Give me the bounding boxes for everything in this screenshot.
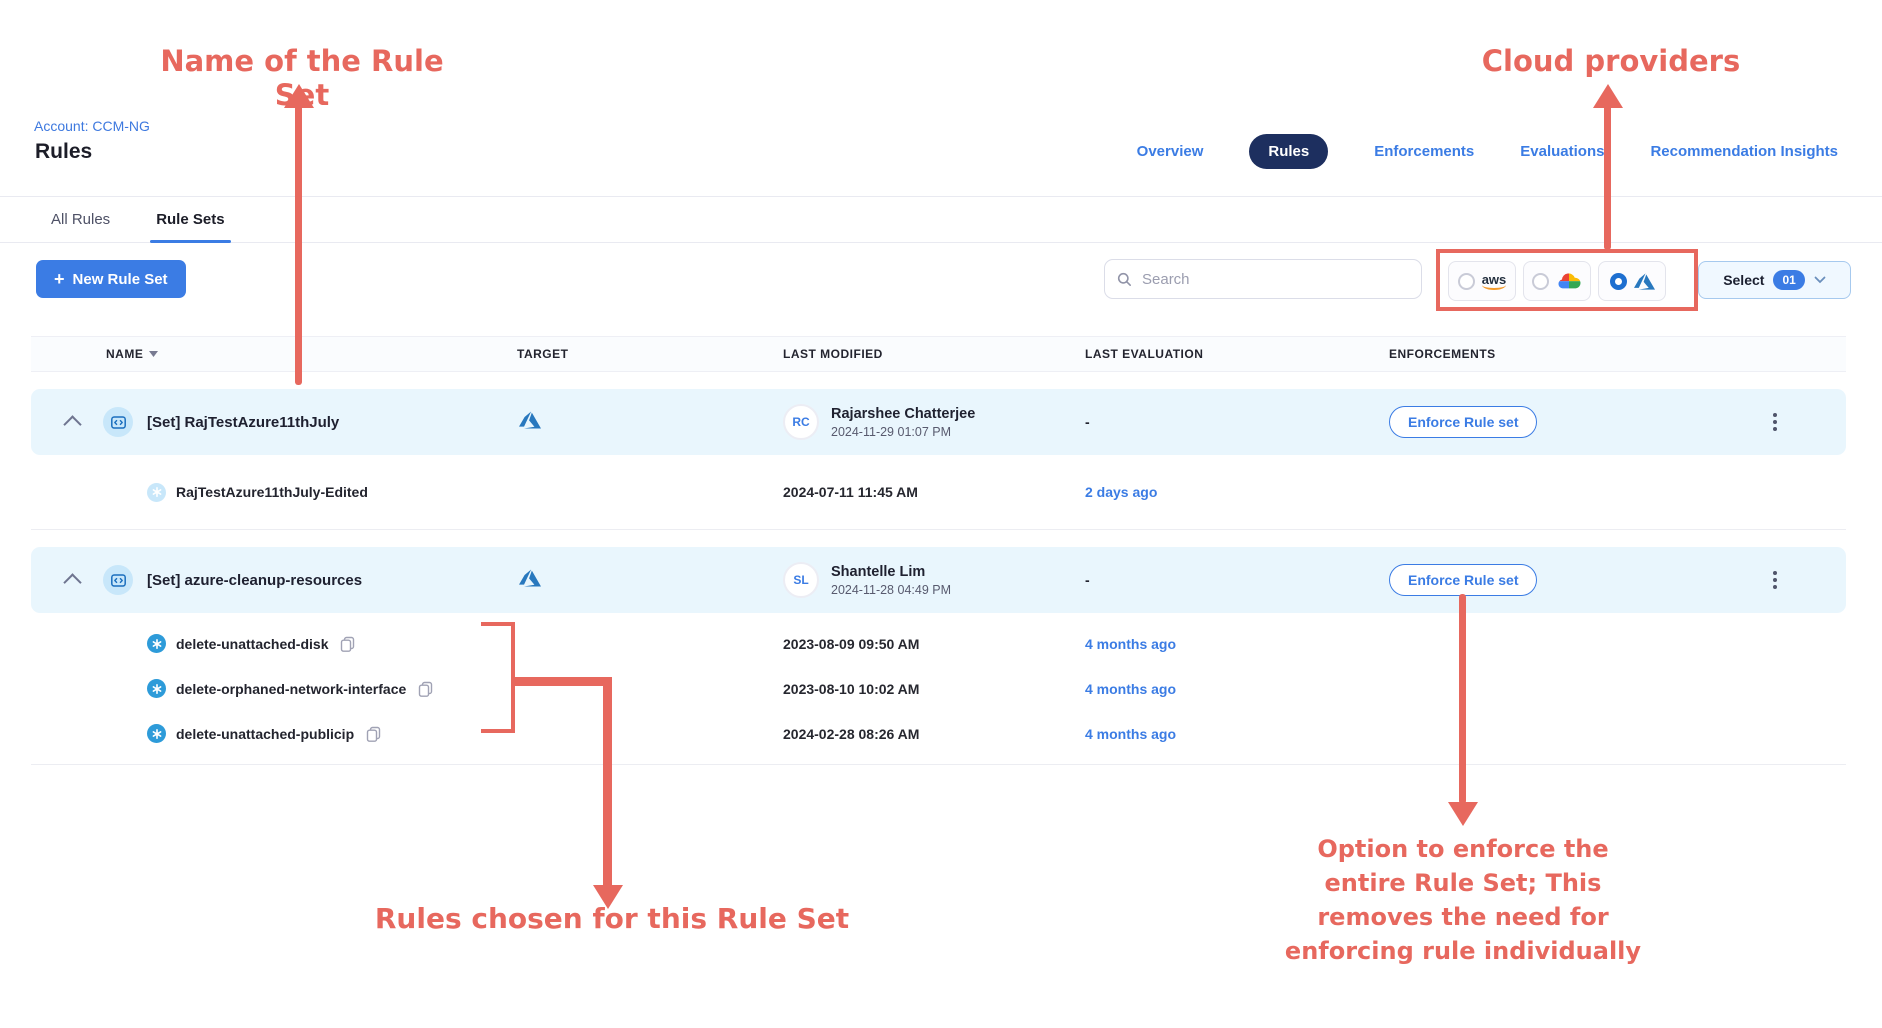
enforce-rule-set-button[interactable]: Enforce Rule set <box>1389 406 1537 438</box>
rule-name: RajTestAzure11thJuly-Edited <box>176 484 368 500</box>
top-nav: Overview Rules Enforcements Evaluations Reco… <box>1137 131 1838 171</box>
rule-set-name: [Set] azure-cleanup-resources <box>147 572 362 589</box>
rule-set-row[interactable]: [Set] RajTestAzure11thJuly RC Rajarshee … <box>31 389 1846 455</box>
column-header-name[interactable]: NAME <box>31 347 517 361</box>
rule-row[interactable]: delete-unattached-publicip 2024-02-28 08… <box>31 711 1846 756</box>
page-title: Rules <box>35 140 92 164</box>
table-header-row: NAME TARGET LAST MODIFIED LAST EVALUATIO… <box>31 336 1846 372</box>
copy-icon[interactable] <box>340 636 355 652</box>
provider-toggle-azure[interactable] <box>1598 261 1666 301</box>
rule-last-modified: 2023-08-09 09:50 AM <box>783 636 1085 652</box>
radio-icon <box>1458 273 1475 290</box>
selected-count-badge: 01 <box>1773 270 1804 290</box>
tab-rule-sets[interactable]: Rule Sets <box>156 197 224 242</box>
select-label: Select <box>1723 272 1764 288</box>
ruleset-icon <box>103 565 133 595</box>
provider-toggle-aws[interactable]: aws <box>1448 261 1516 301</box>
modified-by-name: Shantelle Lim <box>831 564 951 580</box>
rules-list: delete-unattached-disk 2023-08-09 09:50 … <box>31 613 1846 764</box>
rule-sets-table: NAME TARGET LAST MODIFIED LAST EVALUATIO… <box>31 336 1846 765</box>
annotation-cloud-providers: Cloud providers <box>1478 44 1744 78</box>
rule-last-evaluation-link[interactable]: 2 days ago <box>1085 484 1389 500</box>
provider-toggle-gcp[interactable] <box>1523 261 1591 301</box>
azure-logo-icon <box>1634 271 1655 292</box>
last-evaluation-value: - <box>1085 572 1389 588</box>
kebab-menu-icon[interactable] <box>1766 413 1784 431</box>
nav-item-rules[interactable]: Rules <box>1249 134 1328 169</box>
column-header-last-evaluation[interactable]: LAST EVALUATION <box>1085 347 1389 361</box>
search-input[interactable] <box>1140 270 1394 289</box>
rule-last-modified: 2024-02-28 08:26 AM <box>783 726 1085 742</box>
copy-icon[interactable] <box>366 726 381 742</box>
rule-row[interactable]: delete-orphaned-network-interface 2023-0… <box>31 666 1846 711</box>
enforce-rule-set-button[interactable]: Enforce Rule set <box>1389 564 1537 596</box>
provider-select-dropdown[interactable]: Select 01 <box>1698 261 1851 299</box>
rule-icon <box>147 483 166 502</box>
rule-set-group: [Set] azure-cleanup-resources SL Shantel… <box>31 547 1846 765</box>
modified-by-name: Rajarshee Chatterjee <box>831 406 975 422</box>
rule-row[interactable]: delete-unattached-disk 2023-08-09 09:50 … <box>31 621 1846 666</box>
collapse-chevron-up-icon[interactable] <box>63 573 81 591</box>
account-breadcrumb[interactable]: Account: CCM-NG <box>34 118 150 134</box>
rules-list: RajTestAzure11thJuly-Edited 2024-07-11 1… <box>31 455 1846 529</box>
tab-all-rules[interactable]: All Rules <box>51 197 110 242</box>
rule-last-modified: 2023-08-10 10:02 AM <box>783 681 1085 697</box>
tabs-bar: All Rules Rule Sets <box>0 196 1882 243</box>
rule-name: delete-orphaned-network-interface <box>176 681 406 697</box>
modified-date: 2024-11-28 04:49 PM <box>831 583 951 597</box>
azure-logo-icon <box>519 409 541 431</box>
column-header-enforcements[interactable]: ENFORCEMENTS <box>1389 347 1766 361</box>
rule-last-evaluation-link[interactable]: 4 months ago <box>1085 726 1389 742</box>
annotation-enforce-note: Option to enforce the entire Rule Set; T… <box>1253 832 1673 968</box>
rule-icon <box>147 679 166 698</box>
rule-row[interactable]: RajTestAzure11thJuly-Edited 2024-07-11 1… <box>31 463 1846 521</box>
avatar: SL <box>783 562 819 598</box>
chevron-down-icon <box>1814 276 1826 284</box>
rule-last-modified: 2024-07-11 11:45 AM <box>783 484 1085 500</box>
kebab-menu-icon[interactable] <box>1766 571 1784 589</box>
ruleset-icon <box>103 407 133 437</box>
column-header-last-modified[interactable]: LAST MODIFIED <box>783 347 1085 361</box>
collapse-chevron-up-icon[interactable] <box>63 415 81 433</box>
new-rule-set-label: New Rule Set <box>73 271 168 288</box>
radio-icon <box>1610 273 1627 290</box>
plus-icon: + <box>54 270 65 288</box>
new-rule-set-button[interactable]: + New Rule Set <box>36 260 186 298</box>
nav-item-recommendation-insights[interactable]: Recommendation Insights <box>1650 143 1838 160</box>
aws-logo-icon: aws <box>1482 273 1507 290</box>
search-box <box>1104 259 1422 299</box>
last-evaluation-value: - <box>1085 414 1389 430</box>
rule-set-name: [Set] RajTestAzure11thJuly <box>147 414 339 431</box>
annotation-name-of-rule-set: Name of the Rule Set <box>131 44 473 112</box>
google-cloud-logo-icon <box>1556 272 1582 291</box>
cloud-provider-filter: aws <box>1448 261 1666 301</box>
rule-icon <box>147 724 166 743</box>
annotation-rules-chosen: Rules chosen for this Rule Set <box>369 902 855 935</box>
search-icon <box>1117 272 1132 287</box>
nav-item-enforcements[interactable]: Enforcements <box>1374 143 1474 160</box>
rule-name: delete-unattached-publicip <box>176 726 354 742</box>
rule-icon <box>147 634 166 653</box>
sort-icon <box>149 351 158 357</box>
rule-set-group: [Set] RajTestAzure11thJuly RC Rajarshee … <box>31 389 1846 530</box>
app-root: Account: CCM-NG Rules Overview Rules Enfor… <box>0 0 1882 1028</box>
azure-logo-icon <box>519 567 541 589</box>
rule-name: delete-unattached-disk <box>176 636 328 652</box>
avatar: RC <box>783 404 819 440</box>
radio-icon <box>1532 273 1549 290</box>
rule-set-row[interactable]: [Set] azure-cleanup-resources SL Shantel… <box>31 547 1846 613</box>
rule-last-evaluation-link[interactable]: 4 months ago <box>1085 636 1389 652</box>
nav-item-evaluations[interactable]: Evaluations <box>1520 143 1604 160</box>
nav-item-overview[interactable]: Overview <box>1137 143 1204 160</box>
copy-icon[interactable] <box>418 681 433 697</box>
modified-date: 2024-11-29 01:07 PM <box>831 425 975 439</box>
rule-last-evaluation-link[interactable]: 4 months ago <box>1085 681 1389 697</box>
column-header-target[interactable]: TARGET <box>517 347 783 361</box>
